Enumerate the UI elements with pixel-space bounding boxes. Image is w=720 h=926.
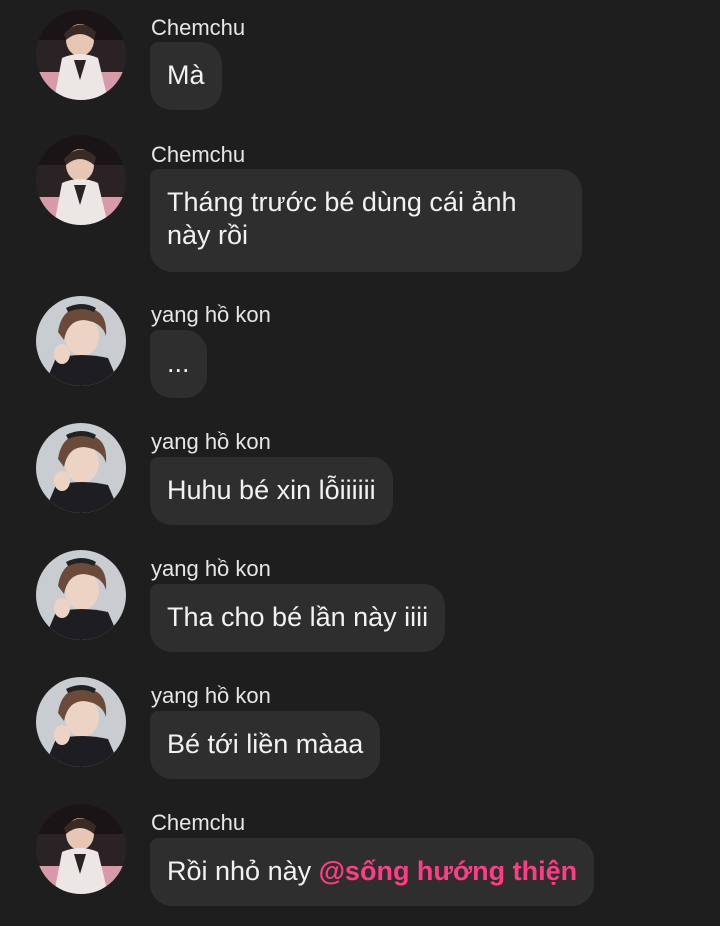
mention-link[interactable]: @sống hướng thiện [319, 856, 578, 886]
message-text: Tha cho bé lần này iiii [167, 602, 429, 632]
message-text: Bé tới liền màaa [167, 729, 364, 759]
sender-name: yang hồ kon [151, 556, 271, 581]
message-text: ... [167, 348, 190, 378]
message-bubble[interactable]: Huhu bé xin lỗiiiiii [150, 457, 393, 525]
message-bubble[interactable]: ... [150, 330, 207, 398]
yang-avatar[interactable] [36, 423, 126, 513]
chemchu-avatar[interactable] [36, 10, 126, 100]
message-bubble[interactable]: Tháng trước bé dùng cái ảnh này rồi [150, 169, 582, 272]
message-text: Tháng trước bé dùng cái ảnh này rồi [167, 187, 517, 250]
message-text: Rồi nhỏ này [167, 856, 319, 886]
message-bubble[interactable]: Bé tới liền màaa [150, 711, 381, 779]
yang-avatar[interactable] [36, 677, 126, 767]
sender-name: yang hồ kon [151, 429, 271, 454]
sender-name: Chemchu [151, 15, 246, 40]
sender-name: Chemchu [151, 142, 246, 167]
chemchu-avatar[interactable] [36, 135, 126, 225]
message-bubble[interactable]: Tha cho bé lần này iiii [150, 584, 446, 652]
message-bubble[interactable]: Mà [150, 42, 222, 110]
message-bubble[interactable]: Rồi nhỏ này @sống hướng thiện [150, 838, 595, 906]
sender-name: Chemchu [151, 810, 246, 835]
sender-name: yang hồ kon [151, 683, 271, 708]
sender-name: yang hồ kon [151, 302, 271, 327]
message-text: Huhu bé xin lỗiiiiii [167, 475, 376, 505]
yang-avatar[interactable] [36, 550, 126, 640]
yang-avatar[interactable] [36, 296, 126, 386]
chemchu-avatar[interactable] [36, 804, 126, 894]
message-text: Mà [167, 60, 205, 90]
